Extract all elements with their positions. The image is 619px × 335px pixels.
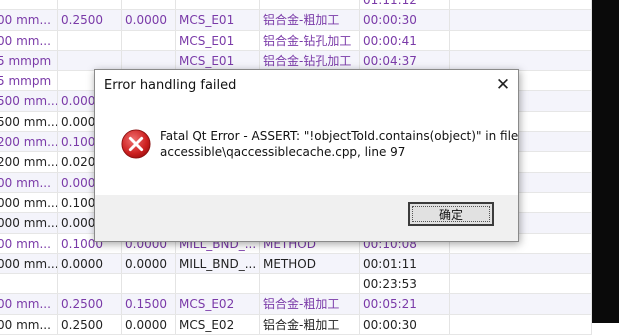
table-row[interactable]: 000 mm... 0.0000 0.0000 MILL_BND_... METHOD 0… xyxy=(0,253,592,275)
close-icon[interactable]: ✕ xyxy=(488,70,518,100)
table-cell: 00:05:21 xyxy=(360,294,450,314)
background-dark-strip xyxy=(592,0,619,323)
table-cell: MILL_BND_... xyxy=(176,253,260,274)
table-cell: 01:11:12 xyxy=(360,0,450,10)
table-cell: 00:01:11 xyxy=(360,253,450,274)
table-row[interactable]: 00 mm... 0.2500 0.1500 MCS_E02 铝合金-粗加工 00:05:… xyxy=(0,294,592,315)
table-cell: 00 mm... xyxy=(0,294,58,314)
table-cell: 0.2500 xyxy=(58,294,122,314)
table-cell xyxy=(0,0,58,10)
table-cell: 0.0000 xyxy=(58,253,122,274)
dialog-titlebar[interactable]: Error handling failed ✕ xyxy=(95,70,518,102)
table-cell: METHOD xyxy=(260,253,360,274)
table-cell: 0.2500 xyxy=(58,10,122,30)
error-dialog: Error handling failed ✕ Fatal Qt Error -… xyxy=(94,69,519,242)
table-row[interactable]: 00 mm... 0.2500 0.0000 MCS_E02 铝合金-粗加工 00:00:… xyxy=(0,314,592,335)
table-cell: 00:04:37 xyxy=(360,50,450,71)
table-cell: 00 mm... xyxy=(0,314,58,335)
table-cell xyxy=(58,0,122,10)
table-cell: MCS_E01 xyxy=(176,10,260,30)
table-cell: 0.0000 xyxy=(122,314,176,335)
table-cell: 铝合金-粗加工 xyxy=(260,314,360,335)
dialog-title: Error handling failed xyxy=(104,78,237,93)
table-cell: 500 mm... xyxy=(0,91,58,111)
table-cell xyxy=(450,30,592,50)
table-cell xyxy=(0,274,58,294)
error-message-line: accessible\qaccessiblecache.cpp, line 97 xyxy=(160,145,406,159)
table-cell xyxy=(450,0,592,10)
table-cell: 0.0000 xyxy=(122,10,176,30)
table-cell: MCS_E01 xyxy=(176,30,260,50)
table-cell: 00 mm... xyxy=(0,172,58,192)
error-message-line: Fatal Qt Error - ASSERT: "!objectToId.co… xyxy=(160,129,519,143)
table-cell: 0.1500 xyxy=(122,294,176,314)
table-cell xyxy=(176,274,260,294)
table-cell: 00:00:30 xyxy=(360,314,450,335)
table-cell: MCS_E02 xyxy=(176,294,260,314)
table-row[interactable]: 00 mm... MCS_E01 铝合金-钻孔加工 00:00:41 xyxy=(0,30,592,51)
table-cell: 200 mm... xyxy=(0,152,58,172)
table-cell: MCS_E01 xyxy=(176,50,260,71)
table-cell: MCS_E02 xyxy=(176,314,260,335)
table-cell xyxy=(260,0,360,10)
error-icon xyxy=(121,129,151,159)
table-row[interactable]: 00:23:53 xyxy=(0,274,592,295)
table-cell: 00 mm... xyxy=(0,10,58,30)
table-cell: 000 mm... xyxy=(0,213,58,233)
error-message: Fatal Qt Error - ASSERT: "!objectToId.co… xyxy=(160,128,519,160)
table-cell: 0.2500 xyxy=(58,314,122,335)
table-cell: 200 mm... xyxy=(0,132,58,152)
table-cell: 0.0000 xyxy=(122,253,176,274)
table-cell: 5 mmpm xyxy=(0,71,58,91)
table-row[interactable]: 00 mm... 0.2500 0.0000 MCS_E01 铝合金-粗加工 00:00:… xyxy=(0,10,592,31)
table-cell: 00 mm... xyxy=(0,233,58,253)
table-cell xyxy=(122,0,176,10)
table-cell xyxy=(122,274,176,294)
table-row[interactable]: 01:11:12 xyxy=(0,0,592,11)
table-cell: 铝合金-粗加工 xyxy=(260,10,360,30)
table-cell: 00 mm... xyxy=(0,30,58,50)
table-cell: 00:23:53 xyxy=(360,274,450,294)
table-cell: 00:00:41 xyxy=(360,30,450,50)
table-cell xyxy=(58,30,122,50)
table-cell xyxy=(122,30,176,50)
table-cell: 00:00:30 xyxy=(360,10,450,30)
table-cell: 000 mm... xyxy=(0,253,58,274)
table-cell xyxy=(450,50,592,71)
table-cell xyxy=(260,274,360,294)
table-cell xyxy=(450,314,592,335)
table-cell: 500 mm... xyxy=(0,111,58,132)
focus-ring xyxy=(412,206,490,222)
table-cell xyxy=(450,253,592,274)
ok-button[interactable]: 确定 xyxy=(408,202,494,226)
table-cell: 铝合金-钻孔加工 xyxy=(260,50,360,71)
table-cell xyxy=(450,294,592,314)
table-cell xyxy=(58,50,122,71)
table-cell xyxy=(122,50,176,71)
table-cell xyxy=(450,274,592,294)
table-cell xyxy=(450,10,592,30)
table-cell: 000 mm... xyxy=(0,192,58,213)
table-cell: 5 mmpm xyxy=(0,50,58,71)
dialog-footer: 确定 xyxy=(95,195,518,241)
table-cell: 铝合金-粗加工 xyxy=(260,294,360,314)
table-cell: 铝合金-钻孔加工 xyxy=(260,30,360,50)
table-cell xyxy=(176,0,260,10)
table-cell xyxy=(58,274,122,294)
